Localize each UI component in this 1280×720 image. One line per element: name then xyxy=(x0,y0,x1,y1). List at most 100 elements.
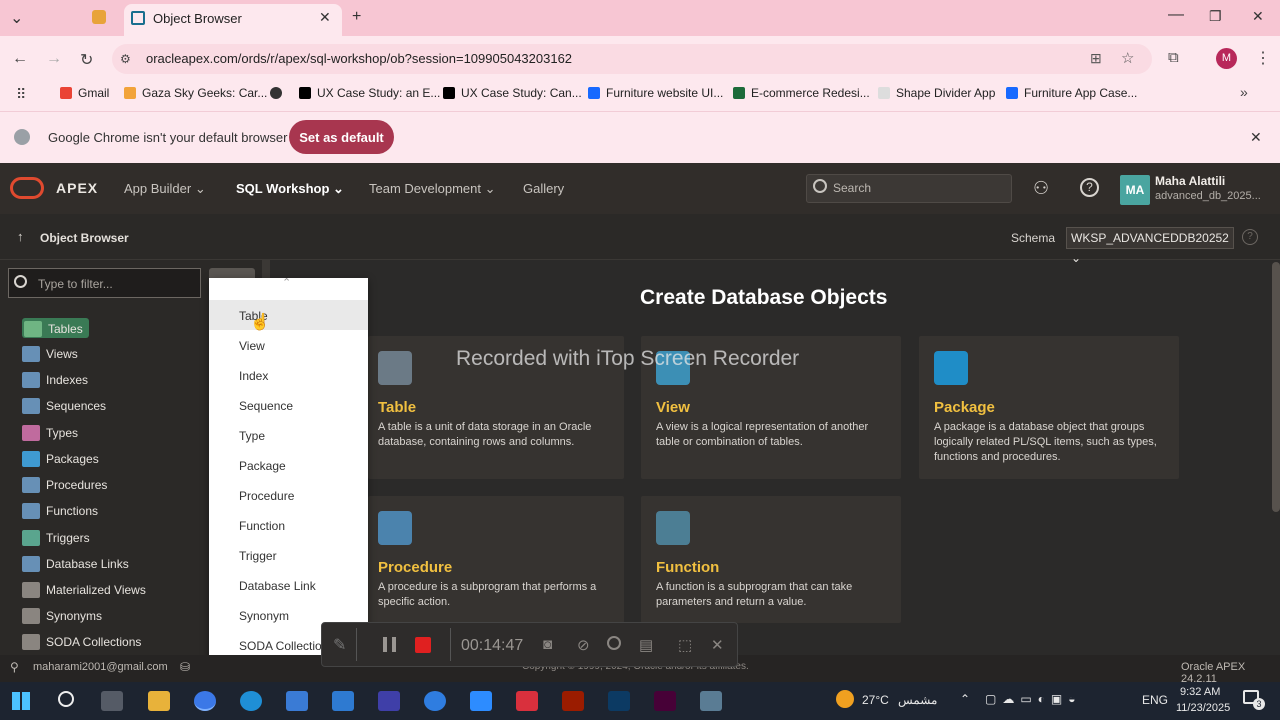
illustrator-icon[interactable] xyxy=(562,691,584,711)
profile-avatar[interactable]: M xyxy=(1216,48,1237,69)
store-icon[interactable] xyxy=(286,691,308,711)
edge-icon[interactable] xyxy=(240,691,262,711)
menu-item-function[interactable]: Function xyxy=(239,519,285,533)
chrome-taskbar-icon[interactable] xyxy=(194,691,216,711)
set-default-button[interactable]: Set as default xyxy=(289,120,394,154)
xd-icon[interactable] xyxy=(654,691,676,711)
forward-icon[interactable]: → xyxy=(46,50,62,68)
menu-item-procedure[interactable]: Procedure xyxy=(239,489,294,503)
file-explorer-icon[interactable] xyxy=(148,691,170,711)
nav-team-development[interactable]: Team Development ⌄ xyxy=(369,181,496,197)
object-type-soda-collections[interactable]: SODA Collections xyxy=(22,634,141,654)
camera-icon[interactable]: ◙ xyxy=(543,636,552,653)
bookmark-item[interactable]: Shape Divider App xyxy=(878,86,995,100)
screenshot-icon[interactable]: ▤ xyxy=(639,636,653,654)
object-type-tables[interactable]: Tables xyxy=(22,318,89,338)
clock-time[interactable]: 9:32 AM xyxy=(1180,686,1220,698)
object-type-indexes[interactable]: Indexes xyxy=(22,372,88,392)
mute-mic-icon[interactable]: ⊘ xyxy=(577,636,590,654)
up-arrow-icon[interactable]: ↑ xyxy=(17,229,24,244)
restore-icon[interactable]: ❐ xyxy=(1209,8,1222,25)
pause-icon-bar[interactable] xyxy=(392,637,396,652)
recorder-app-icon[interactable] xyxy=(516,691,538,711)
tab-close-icon[interactable]: ✕ xyxy=(319,9,331,26)
bookmark-item[interactable]: Gaza Sky Geeks: Car... xyxy=(124,86,267,100)
infobar-close-icon[interactable]: ✕ xyxy=(1250,129,1262,146)
pinned-tab-icon[interactable] xyxy=(92,10,106,24)
weather-sun-icon[interactable] xyxy=(836,690,854,708)
pause-icon[interactable] xyxy=(383,637,387,652)
more-bookmarks-icon[interactable]: » xyxy=(1240,84,1248,100)
object-type-types[interactable]: Types xyxy=(22,425,78,445)
schema-help-icon[interactable]: ? xyxy=(1242,229,1258,245)
mail-icon[interactable] xyxy=(332,691,354,711)
site-info-icon[interactable]: ⚙ xyxy=(120,52,131,66)
input-language[interactable]: ENG xyxy=(1142,693,1168,707)
object-type-procedures[interactable]: Procedures xyxy=(22,477,107,497)
bookmark-item[interactable] xyxy=(270,86,288,100)
menu-item-package[interactable]: Package xyxy=(239,459,286,473)
start-icon[interactable] xyxy=(12,692,30,710)
menu-item-type[interactable]: Type xyxy=(239,429,265,443)
bookmark-item[interactable]: E-commerce Redesi... xyxy=(733,86,870,100)
object-type-materialized-views[interactable]: Materialized Views xyxy=(22,582,146,602)
app-icon[interactable] xyxy=(424,691,446,711)
menu-item-synonym[interactable]: Synonym xyxy=(239,609,289,623)
tray-chevron-icon[interactable]: ⌃ xyxy=(960,692,970,706)
object-type-triggers[interactable]: Triggers xyxy=(22,530,90,550)
main-scrollbar[interactable] xyxy=(1272,262,1280,512)
breadcrumb[interactable]: Object Browser xyxy=(40,231,129,245)
apex-brand[interactable]: APEX xyxy=(56,180,98,196)
menu-item-sequence[interactable]: Sequence xyxy=(239,399,293,413)
edit-icon[interactable]: ⬚ xyxy=(678,636,692,654)
menu-item-index[interactable]: Index xyxy=(239,369,268,383)
bookmark-item[interactable]: Gmail xyxy=(60,86,109,100)
photoshop-icon[interactable] xyxy=(608,691,630,711)
reload-icon[interactable]: ↻ xyxy=(80,50,93,70)
bookmark-item[interactable]: UX Case Study: Can... xyxy=(443,86,582,100)
bookmark-star-icon[interactable]: ☆ xyxy=(1121,49,1134,67)
menu-item-database-link[interactable]: Database Link xyxy=(239,579,316,593)
object-type-functions[interactable]: Functions xyxy=(22,503,98,523)
task-view-icon[interactable] xyxy=(101,691,123,711)
recorder-close-icon[interactable]: ✕ xyxy=(711,636,724,654)
extensions-icon[interactable]: ⧉ xyxy=(1168,49,1179,66)
url-text[interactable]: oracleapex.com/ords/r/apex/sql-workshop/… xyxy=(146,51,572,66)
nav-gallery[interactable]: Gallery xyxy=(523,181,564,196)
tray-icons[interactable]: ▢☁▭◐▣◒ xyxy=(985,692,1082,706)
stop-icon[interactable] xyxy=(415,637,431,653)
bookmark-item[interactable]: UX Case Study: an E... xyxy=(299,86,440,100)
nav-app-builder[interactable]: App Builder ⌄ xyxy=(124,181,206,197)
app-icon[interactable] xyxy=(700,691,722,711)
apps-grid-icon[interactable]: ⠿ xyxy=(16,86,26,103)
jetbrains-icon[interactable] xyxy=(378,691,400,711)
zoom-app-icon[interactable] xyxy=(470,691,492,711)
help-icon[interactable]: ? xyxy=(1080,178,1099,197)
menu-item-trigger[interactable]: Trigger xyxy=(239,549,277,563)
window-close-icon[interactable]: ✕ xyxy=(1252,8,1264,25)
menu-item-view[interactable]: View xyxy=(239,339,265,353)
object-type-views[interactable]: Views xyxy=(22,346,78,366)
bookmark-item[interactable]: Furniture website UI... xyxy=(588,86,723,100)
user-name[interactable]: Maha Alattili xyxy=(1155,174,1225,188)
weather-desc[interactable]: مشمس xyxy=(898,693,937,707)
oracle-logo-icon[interactable] xyxy=(10,177,44,199)
minimize-icon[interactable]: — xyxy=(1168,6,1184,24)
object-type-database-links[interactable]: Database Links xyxy=(22,556,129,576)
object-type-synonyms[interactable]: Synonyms xyxy=(22,608,102,628)
bookmark-item[interactable]: Furniture App Case... xyxy=(1006,86,1137,100)
menu-kebab-icon[interactable]: ⋮ xyxy=(1255,48,1271,68)
taskbar-search-icon[interactable] xyxy=(58,691,74,707)
tab-search-icon[interactable]: ⌄ xyxy=(10,8,23,28)
zoom-icon[interactable] xyxy=(607,636,621,650)
administration-icon[interactable]: ⚇ xyxy=(1033,178,1049,199)
object-type-packages[interactable]: Packages xyxy=(22,451,99,471)
nav-sql-workshop[interactable]: SQL Workshop ⌄ xyxy=(236,181,344,197)
back-icon[interactable]: ← xyxy=(12,50,28,68)
pen-icon[interactable]: ✎ xyxy=(333,635,346,655)
translate-icon[interactable]: ⊞ xyxy=(1090,50,1102,67)
user-avatar[interactable]: MA xyxy=(1120,175,1150,205)
menu-scroll-up-icon[interactable]: ⌃ xyxy=(282,276,291,289)
weather-temp[interactable]: 27°C xyxy=(862,693,889,707)
new-tab-icon[interactable]: + xyxy=(352,8,361,26)
